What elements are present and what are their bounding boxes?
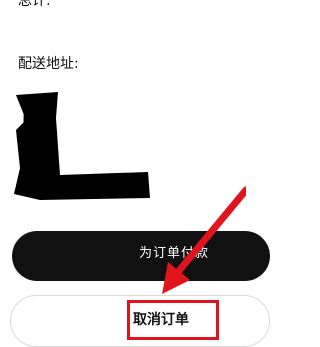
order-total-label: 总计: xyxy=(18,0,51,9)
cancel-order-button-label: 取消订单 xyxy=(133,312,189,328)
pay-order-button-label: 为订单付款 xyxy=(139,246,210,261)
delivery-address-label: 配送地址: xyxy=(18,56,79,72)
